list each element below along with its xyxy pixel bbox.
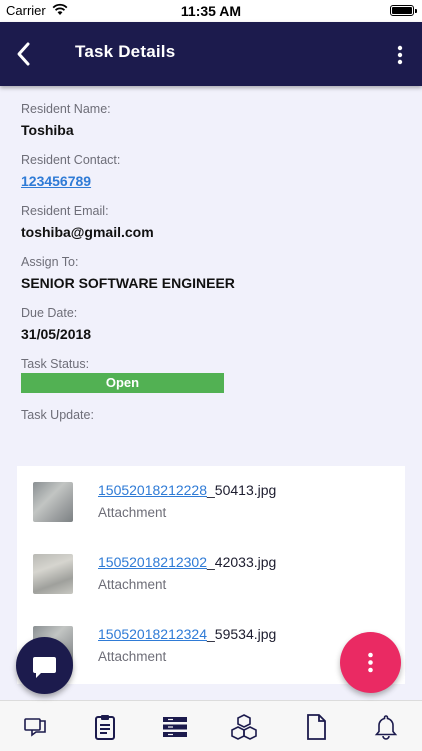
- bottom-tab-bar: [0, 700, 422, 751]
- attachment-item[interactable]: 15052018212302_42033.jpg Attachment: [17, 538, 405, 598]
- resident-contact-link[interactable]: 123456789: [21, 173, 91, 189]
- clipboard-icon[interactable]: [91, 713, 119, 741]
- vertical-dots-icon: [368, 652, 373, 673]
- task-update-label: Task Update:: [21, 408, 94, 422]
- due-date-label: Due Date:: [21, 306, 78, 320]
- assign-to-label: Assign To:: [21, 255, 79, 269]
- attachment-suffix: _50413.jpg: [207, 482, 277, 498]
- document-icon[interactable]: [302, 713, 330, 741]
- chat-bubbles-icon[interactable]: [22, 713, 50, 741]
- list-stack-icon[interactable]: [161, 713, 189, 741]
- due-date-value: 31/05/2018: [21, 326, 92, 342]
- attachment-filename[interactable]: 15052018212302_42033.jpg: [98, 554, 276, 570]
- resident-name-value: Toshiba: [21, 122, 74, 138]
- assign-to-value: SENIOR SOFTWARE ENGINEER: [21, 275, 235, 291]
- attachment-suffix: _42033.jpg: [207, 554, 277, 570]
- attachment-item[interactable]: 15052018212228_50413.jpg Attachment: [17, 466, 405, 526]
- attachment-filename[interactable]: 15052018212228_50413.jpg: [98, 482, 276, 498]
- attachment-link[interactable]: 15052018212302: [98, 554, 207, 570]
- resident-name-label: Resident Name:: [21, 102, 111, 116]
- attachment-suffix: _59534.jpg: [207, 626, 277, 642]
- chat-bubble-icon: [33, 657, 56, 678]
- attachment-filename[interactable]: 15052018212324_59534.jpg: [98, 626, 276, 642]
- resident-email-value: toshiba@gmail.com: [21, 224, 154, 240]
- chat-fab-button[interactable]: [16, 637, 73, 694]
- resident-contact-label: Resident Contact:: [21, 153, 121, 167]
- status-bar: Carrier 11:35 AM: [0, 0, 422, 22]
- attachment-link[interactable]: 15052018212228: [98, 482, 207, 498]
- attachment-thumbnail[interactable]: [33, 554, 73, 594]
- bell-icon[interactable]: [372, 713, 400, 741]
- attachment-type: Attachment: [98, 649, 167, 664]
- attachment-link[interactable]: 15052018212324: [98, 626, 207, 642]
- attachment-type: Attachment: [98, 505, 167, 520]
- menu-fab-button[interactable]: [340, 632, 401, 693]
- clock: 11:35 AM: [180, 3, 242, 19]
- boxes-icon[interactable]: [230, 713, 258, 741]
- battery-icon: [390, 5, 417, 16]
- back-arrow-icon[interactable]: [14, 40, 34, 68]
- attachment-type: Attachment: [98, 577, 167, 592]
- page-title: Task Details: [75, 42, 176, 61]
- more-options-icon[interactable]: [392, 42, 408, 68]
- task-status-label: Task Status:: [21, 357, 90, 371]
- task-details-panel: Resident Name: Toshiba Resident Contact:…: [0, 86, 422, 450]
- status-badge: Open: [21, 373, 224, 393]
- app-header: Task Details: [0, 22, 422, 86]
- attachment-thumbnail[interactable]: [33, 482, 73, 522]
- resident-email-label: Resident Email:: [21, 204, 109, 218]
